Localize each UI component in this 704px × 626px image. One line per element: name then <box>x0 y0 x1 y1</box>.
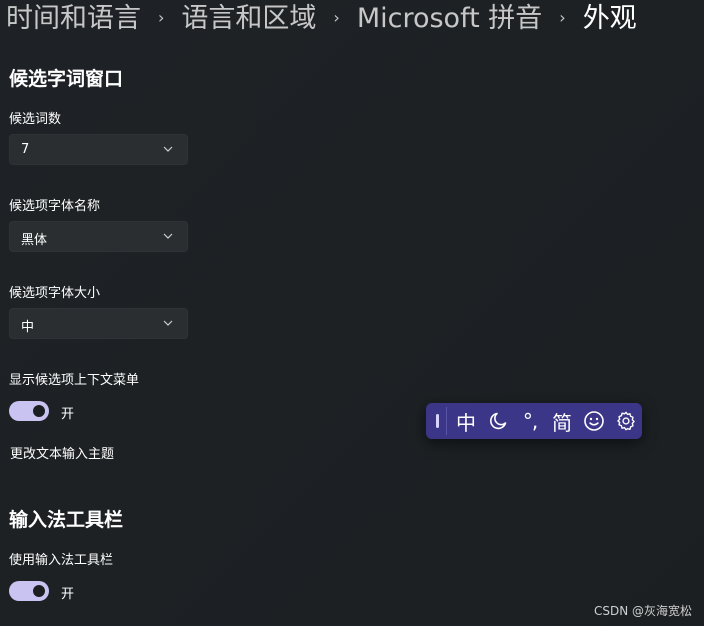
simplified-traditional-button[interactable]: 简 <box>548 407 576 435</box>
breadcrumb-item-microsoft-pinyin[interactable]: Microsoft 拼音 <box>357 0 542 38</box>
candidate-font-size-dropdown[interactable]: 中 <box>9 308 188 339</box>
candidate-count-label: 候选词数 <box>9 112 62 127</box>
smiley-icon <box>584 411 604 431</box>
context-menu-state: 开 <box>61 407 75 422</box>
input-mode-button[interactable]: 中 <box>452 407 480 435</box>
settings-button[interactable] <box>612 407 640 435</box>
breadcrumb-chevron-icon: › <box>333 8 340 27</box>
toggle-knob <box>33 405 45 417</box>
candidate-font-size-label: 候选项字体大小 <box>9 286 101 301</box>
candidate-count-dropdown[interactable]: 7 <box>9 134 188 165</box>
chevron-down-icon <box>163 320 173 326</box>
breadcrumb: 时间和语言 › 语言和区域 › Microsoft 拼音 › 外观 <box>6 0 637 38</box>
candidate-font-name-dropdown[interactable]: 黑体 <box>9 221 188 252</box>
context-menu-label: 显示候选项上下文菜单 <box>9 373 140 388</box>
watermark: CSDN @灰海宽松 <box>593 604 692 618</box>
use-toolbar-label: 使用输入法工具栏 <box>9 553 114 568</box>
candidate-count-value: 7 <box>21 142 30 157</box>
breadcrumb-chevron-icon: › <box>158 8 165 27</box>
half-full-width-button[interactable] <box>484 407 512 435</box>
use-toolbar-toggle[interactable] <box>9 581 49 601</box>
ime-toolbar: 中 °, 简 <box>426 403 642 439</box>
chevron-down-icon <box>163 146 173 152</box>
candidate-font-size-value: 中 <box>21 320 35 335</box>
context-menu-toggle[interactable] <box>9 401 49 421</box>
page-title: 外观 <box>582 3 637 34</box>
section-title-ime-toolbar: 输入法工具栏 <box>9 509 124 531</box>
gear-icon <box>617 411 635 431</box>
breadcrumb-item-time-language[interactable]: 时间和语言 <box>6 0 141 38</box>
emoji-button[interactable] <box>580 407 608 435</box>
drag-handle[interactable] <box>436 414 439 428</box>
use-toolbar-state: 开 <box>61 587 75 602</box>
toolbar-divider <box>446 407 447 435</box>
punctuation-button[interactable]: °, <box>516 407 544 435</box>
candidate-font-name-label: 候选项字体名称 <box>9 199 101 214</box>
breadcrumb-item-language-region[interactable]: 语言和区域 <box>181 0 316 38</box>
candidate-font-name-value: 黑体 <box>21 233 48 248</box>
breadcrumb-chevron-icon: › <box>559 8 566 27</box>
toggle-knob <box>33 585 45 597</box>
chevron-down-icon <box>163 233 173 239</box>
change-theme-link[interactable]: 更改文本输入主题 <box>10 443 114 462</box>
section-title-candidate-window: 候选字词窗口 <box>9 68 124 90</box>
moon-icon <box>490 412 507 430</box>
